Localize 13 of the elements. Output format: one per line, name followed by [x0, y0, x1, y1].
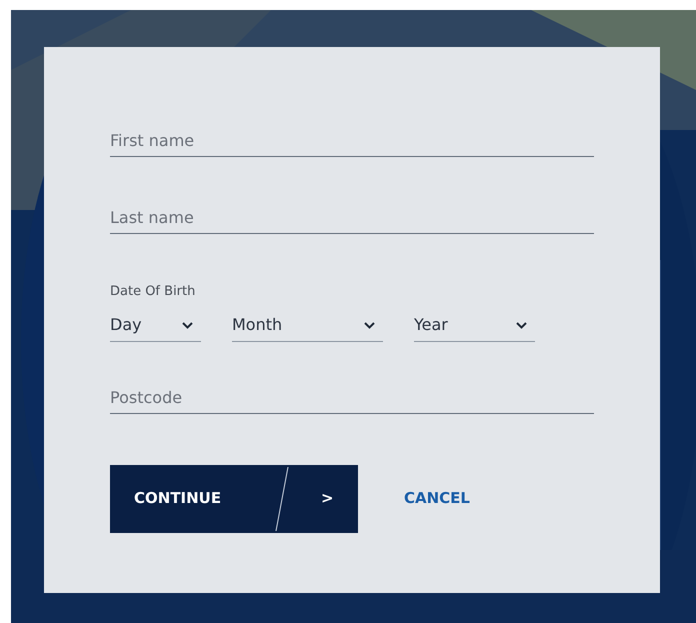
slash-icon — [275, 466, 289, 530]
field-label: Date Of Birth — [110, 283, 196, 301]
continue-button[interactable]: CONTINUE > — [110, 464, 358, 532]
select-field[interactable]: Day — [110, 310, 201, 342]
select-field[interactable]: Year — [414, 310, 535, 342]
chevron-down-icon — [182, 322, 193, 328]
cancel-link[interactable]: CANCEL — [404, 487, 470, 510]
chevron-down-icon — [516, 322, 527, 328]
chevron-down-icon — [364, 322, 375, 328]
select-field[interactable]: Month — [232, 310, 383, 342]
text-field[interactable]: Postcode — [110, 382, 594, 414]
text-field[interactable]: First name — [110, 125, 594, 157]
text-field[interactable]: Last name — [110, 202, 594, 234]
